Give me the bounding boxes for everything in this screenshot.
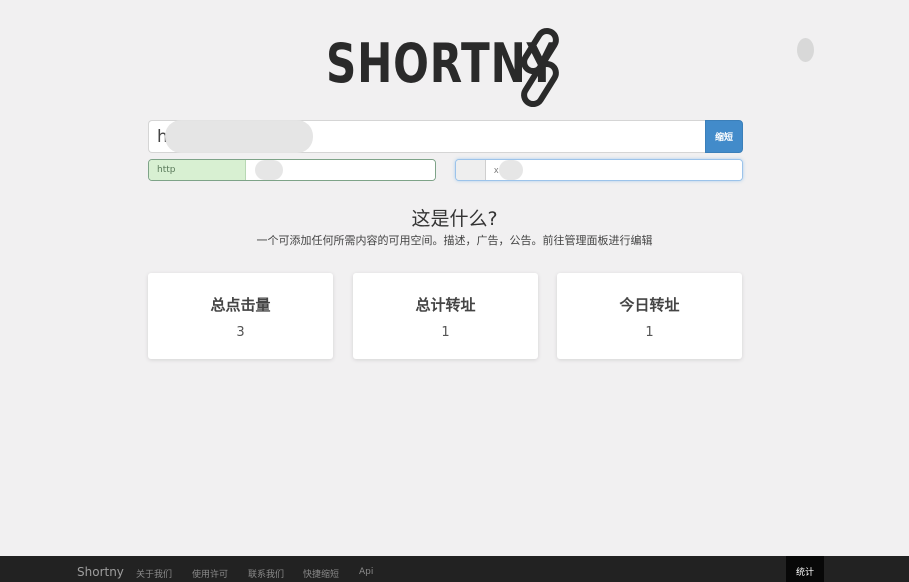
stat-value: 3 xyxy=(236,325,245,340)
footer-link-quick-shorten[interactable]: 快捷缩短 xyxy=(303,567,339,580)
shorten-form: 缩短 xyxy=(148,120,743,153)
footer-stats-button[interactable]: 统计 xyxy=(786,556,824,582)
stat-label: 总计转址 xyxy=(415,296,476,314)
redacted-overlay xyxy=(499,160,523,180)
domain-prefix-addon: http xyxy=(149,160,246,180)
chain-link-icon xyxy=(521,27,559,108)
stat-label: 总点击量 xyxy=(210,296,271,314)
stat-card-total-clicks: 总点击量 3 xyxy=(148,273,333,359)
stat-value: 1 xyxy=(645,325,654,340)
user-avatar[interactable] xyxy=(797,38,814,62)
password-addon xyxy=(456,160,486,180)
stat-card-today-urls: 今日转址 1 xyxy=(557,273,742,359)
footer-link-api[interactable]: Api xyxy=(359,567,373,577)
footer-brand[interactable]: Shortny xyxy=(77,565,124,579)
redacted-overlay xyxy=(165,120,313,153)
password-input[interactable] xyxy=(486,160,742,180)
footer-link-about[interactable]: 关于我们 xyxy=(136,567,172,580)
about-description: 一个可添加任何所需内容的可用空间。描述，广告，公告。前往管理面板进行编辑 xyxy=(256,234,653,247)
shorten-button[interactable]: 缩短 xyxy=(705,120,743,153)
redacted-overlay xyxy=(255,160,283,180)
stat-label: 今日转址 xyxy=(619,296,680,314)
footer-link-license[interactable]: 使用许可 xyxy=(192,567,228,580)
stat-value: 1 xyxy=(441,325,450,340)
about-title: 这是什么? xyxy=(411,208,498,230)
custom-alias-group: http xyxy=(148,159,436,181)
footer-navbar: Shortny 关于我们 使用许可 联系我们 快捷缩短 Api 统计 xyxy=(0,556,909,582)
stat-card-total-urls: 总计转址 1 xyxy=(353,273,538,359)
footer-link-contact[interactable]: 联系我们 xyxy=(248,567,284,580)
site-logo[interactable]: SHORTNY xyxy=(326,26,566,110)
password-group xyxy=(455,159,743,181)
